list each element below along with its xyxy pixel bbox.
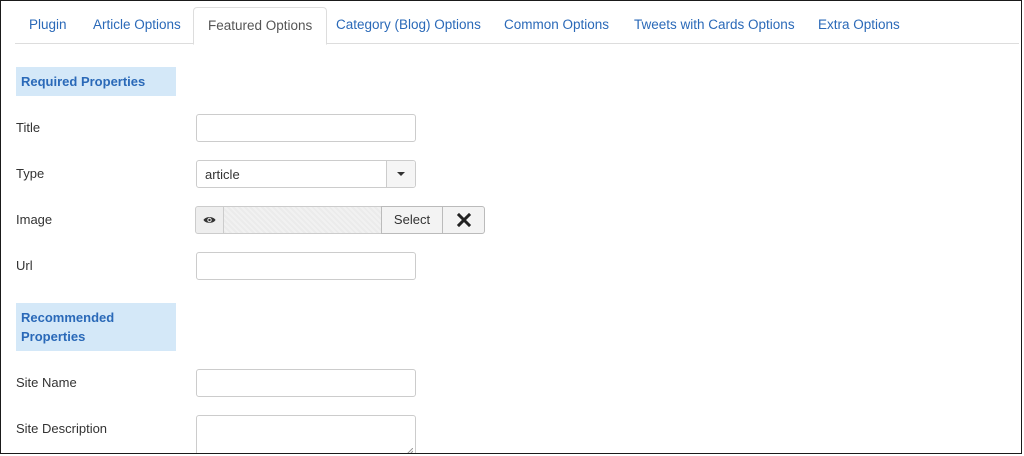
eye-icon [203,217,216,223]
section-recommended-properties: Recommended Properties [16,303,176,351]
section-required-properties: Required Properties [16,67,176,96]
tab-plugin[interactable]: Plugin [15,7,81,44]
type-select-toggle[interactable] [386,161,415,187]
tab-common-options[interactable]: Common Options [490,7,623,44]
close-icon [456,212,471,228]
caret-down-icon [397,172,405,176]
image-media-field: Select [195,206,485,234]
url-input[interactable] [196,252,416,280]
site-name-label: Site Name [16,375,77,390]
site-description-label: Site Description [16,421,108,436]
url-label: Url [16,258,33,273]
title-input[interactable] [196,114,416,142]
tab-article-options[interactable]: Article Options [79,7,195,44]
tab-featured-options[interactable]: Featured Options [193,7,328,45]
tab-extra-options[interactable]: Extra Options [804,7,914,44]
site-name-input[interactable] [196,369,416,397]
options-tabs: Plugin Article Options Featured Options … [15,7,1019,45]
image-clear-button[interactable] [442,206,485,234]
type-select-value: article [205,167,240,182]
type-label: Type [16,166,45,181]
site-description-textarea[interactable] [196,415,416,454]
tab-tweets-with-cards-options[interactable]: Tweets with Cards Options [620,7,809,44]
section-recommended-line1: Recommended [21,310,115,325]
options-panel: Plugin Article Options Featured Options … [0,0,1022,454]
resize-handle-icon[interactable] [407,448,413,454]
title-label: Title [16,120,41,135]
tab-category-blog-options[interactable]: Category (Blog) Options [322,7,495,44]
image-select-button[interactable]: Select [381,206,443,234]
type-select[interactable]: article [196,160,416,188]
section-recommended-line2: Properties [21,329,86,344]
image-label: Image [16,212,53,227]
image-preview-button[interactable] [195,206,224,234]
